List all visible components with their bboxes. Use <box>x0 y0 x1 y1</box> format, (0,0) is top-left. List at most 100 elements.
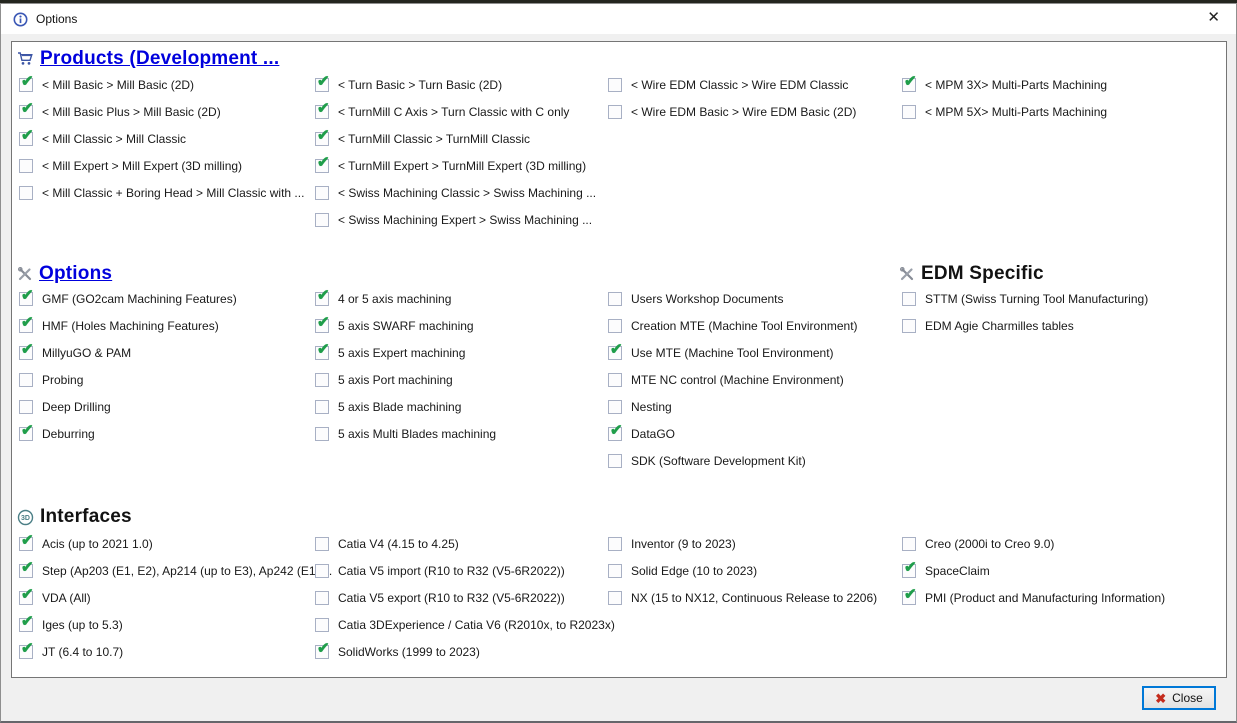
checkbox-row[interactable]: Inventor (9 to 2023) <box>608 530 877 557</box>
products-title[interactable]: Products (Development ... <box>40 48 279 70</box>
checkbox-unchecked[interactable] <box>608 292 622 306</box>
checkbox-unchecked[interactable] <box>315 186 329 200</box>
checkbox-row[interactable]: Nesting <box>608 393 858 420</box>
checkbox-unchecked[interactable] <box>315 213 329 227</box>
checkbox-unchecked[interactable] <box>608 319 622 333</box>
checkbox-row[interactable]: Use MTE (Machine Tool Environment) <box>608 339 858 366</box>
checkbox-row[interactable]: GMF (GO2cam Machining Features) <box>19 285 237 312</box>
checkbox-unchecked[interactable] <box>315 427 329 441</box>
checkbox-row[interactable]: Creation MTE (Machine Tool Environment) <box>608 312 858 339</box>
checkbox-checked[interactable] <box>315 346 329 360</box>
checkbox-row[interactable]: 5 axis Multi Blades machining <box>315 420 496 447</box>
checkbox-checked[interactable] <box>315 78 329 92</box>
checkbox-unchecked[interactable] <box>315 564 329 578</box>
checkbox-unchecked[interactable] <box>902 105 916 119</box>
checkbox-checked[interactable] <box>315 159 329 173</box>
checkbox-row[interactable]: EDM Agie Charmilles tables <box>902 312 1148 339</box>
checkbox-unchecked[interactable] <box>902 292 916 306</box>
checkbox-row[interactable]: Users Workshop Documents <box>608 285 858 312</box>
checkbox-checked[interactable] <box>19 346 33 360</box>
checkbox-checked[interactable] <box>19 618 33 632</box>
checkbox-row[interactable]: Deburring <box>19 420 237 447</box>
checkbox-checked[interactable] <box>902 564 916 578</box>
checkbox-row[interactable]: Catia V5 export (R10 to R32 (V5-6R2022)) <box>315 584 615 611</box>
checkbox-unchecked[interactable] <box>19 373 33 387</box>
checkbox-checked[interactable] <box>19 591 33 605</box>
checkbox-row[interactable]: < Wire EDM Classic > Wire EDM Classic <box>608 71 856 98</box>
checkbox-row[interactable]: < Turn Basic > Turn Basic (2D) <box>315 71 596 98</box>
checkbox-row[interactable]: Step (Ap203 (E1, E2), Ap214 (up to E3), … <box>19 557 332 584</box>
checkbox-row[interactable]: SpaceClaim <box>902 557 1165 584</box>
checkbox-checked[interactable] <box>902 78 916 92</box>
checkbox-row[interactable]: Probing <box>19 366 237 393</box>
checkbox-checked[interactable] <box>315 292 329 306</box>
checkbox-row[interactable]: Creo (2000i to Creo 9.0) <box>902 530 1165 557</box>
checkbox-unchecked[interactable] <box>608 78 622 92</box>
checkbox-row[interactable]: < Mill Classic + Boring Head > Mill Clas… <box>19 179 304 206</box>
checkbox-unchecked[interactable] <box>315 591 329 605</box>
checkbox-row[interactable]: Catia V5 import (R10 to R32 (V5-6R2022)) <box>315 557 615 584</box>
checkbox-row[interactable]: MTE NC control (Machine Environment) <box>608 366 858 393</box>
checkbox-row[interactable]: < Mill Classic > Mill Classic <box>19 125 304 152</box>
checkbox-unchecked[interactable] <box>315 537 329 551</box>
checkbox-row[interactable]: DataGO <box>608 420 858 447</box>
checkbox-row[interactable]: < Mill Expert > Mill Expert (3D milling) <box>19 152 304 179</box>
titlebar-close-icon[interactable]: ✕ <box>1207 10 1220 25</box>
checkbox-unchecked[interactable] <box>608 400 622 414</box>
checkbox-row[interactable]: Catia V4 (4.15 to 4.25) <box>315 530 615 557</box>
checkbox-unchecked[interactable] <box>315 618 329 632</box>
checkbox-row[interactable]: HMF (Holes Machining Features) <box>19 312 237 339</box>
checkbox-unchecked[interactable] <box>608 591 622 605</box>
checkbox-row[interactable]: < Mill Basic Plus > Mill Basic (2D) <box>19 98 304 125</box>
checkbox-unchecked[interactable] <box>19 159 33 173</box>
checkbox-row[interactable]: VDA (All) <box>19 584 332 611</box>
checkbox-row[interactable]: SolidWorks (1999 to 2023) <box>315 638 615 665</box>
checkbox-unchecked[interactable] <box>902 537 916 551</box>
checkbox-unchecked[interactable] <box>19 400 33 414</box>
checkbox-row[interactable]: < MPM 5X> Multi-Parts Machining <box>902 98 1107 125</box>
checkbox-checked[interactable] <box>19 564 33 578</box>
checkbox-checked[interactable] <box>608 346 622 360</box>
checkbox-row[interactable]: MillyuGO & PAM <box>19 339 237 366</box>
checkbox-checked[interactable] <box>19 319 33 333</box>
checkbox-checked[interactable] <box>19 537 33 551</box>
checkbox-checked[interactable] <box>19 427 33 441</box>
checkbox-checked[interactable] <box>315 132 329 146</box>
checkbox-checked[interactable] <box>19 292 33 306</box>
checkbox-checked[interactable] <box>902 591 916 605</box>
checkbox-checked[interactable] <box>19 645 33 659</box>
checkbox-row[interactable]: 5 axis Blade machining <box>315 393 496 420</box>
checkbox-unchecked[interactable] <box>315 400 329 414</box>
options-title[interactable]: Options <box>39 263 112 285</box>
checkbox-unchecked[interactable] <box>608 564 622 578</box>
checkbox-unchecked[interactable] <box>608 454 622 468</box>
checkbox-row[interactable]: Deep Drilling <box>19 393 237 420</box>
checkbox-unchecked[interactable] <box>902 319 916 333</box>
checkbox-row[interactable]: Acis (up to 2021 1.0) <box>19 530 332 557</box>
checkbox-row[interactable]: < TurnMill Expert > TurnMill Expert (3D … <box>315 152 596 179</box>
checkbox-checked[interactable] <box>315 645 329 659</box>
checkbox-row[interactable]: < TurnMill Classic > TurnMill Classic <box>315 125 596 152</box>
checkbox-row[interactable]: 5 axis Port machining <box>315 366 496 393</box>
checkbox-row[interactable]: < Mill Basic > Mill Basic (2D) <box>19 71 304 98</box>
checkbox-checked[interactable] <box>19 105 33 119</box>
checkbox-row[interactable]: < TurnMill C Axis > Turn Classic with C … <box>315 98 596 125</box>
checkbox-unchecked[interactable] <box>608 105 622 119</box>
checkbox-row[interactable]: 5 axis Expert machining <box>315 339 496 366</box>
checkbox-checked[interactable] <box>19 78 33 92</box>
checkbox-row[interactable]: 5 axis SWARF machining <box>315 312 496 339</box>
close-button[interactable]: ✖ Close <box>1142 686 1216 710</box>
checkbox-row[interactable]: < Swiss Machining Classic > Swiss Machin… <box>315 179 596 206</box>
checkbox-row[interactable]: Iges (up to 5.3) <box>19 611 332 638</box>
checkbox-row[interactable]: SDK (Software Development Kit) <box>608 447 858 474</box>
checkbox-row[interactable]: JT (6.4 to 10.7) <box>19 638 332 665</box>
checkbox-unchecked[interactable] <box>315 373 329 387</box>
checkbox-unchecked[interactable] <box>19 186 33 200</box>
checkbox-row[interactable]: 4 or 5 axis machining <box>315 285 496 312</box>
checkbox-row[interactable]: < MPM 3X> Multi-Parts Machining <box>902 71 1107 98</box>
checkbox-row[interactable]: Catia 3DExperience / Catia V6 (R2010x, t… <box>315 611 615 638</box>
checkbox-row[interactable]: < Swiss Machining Expert > Swiss Machini… <box>315 206 596 233</box>
checkbox-checked[interactable] <box>315 105 329 119</box>
checkbox-checked[interactable] <box>608 427 622 441</box>
checkbox-checked[interactable] <box>315 319 329 333</box>
